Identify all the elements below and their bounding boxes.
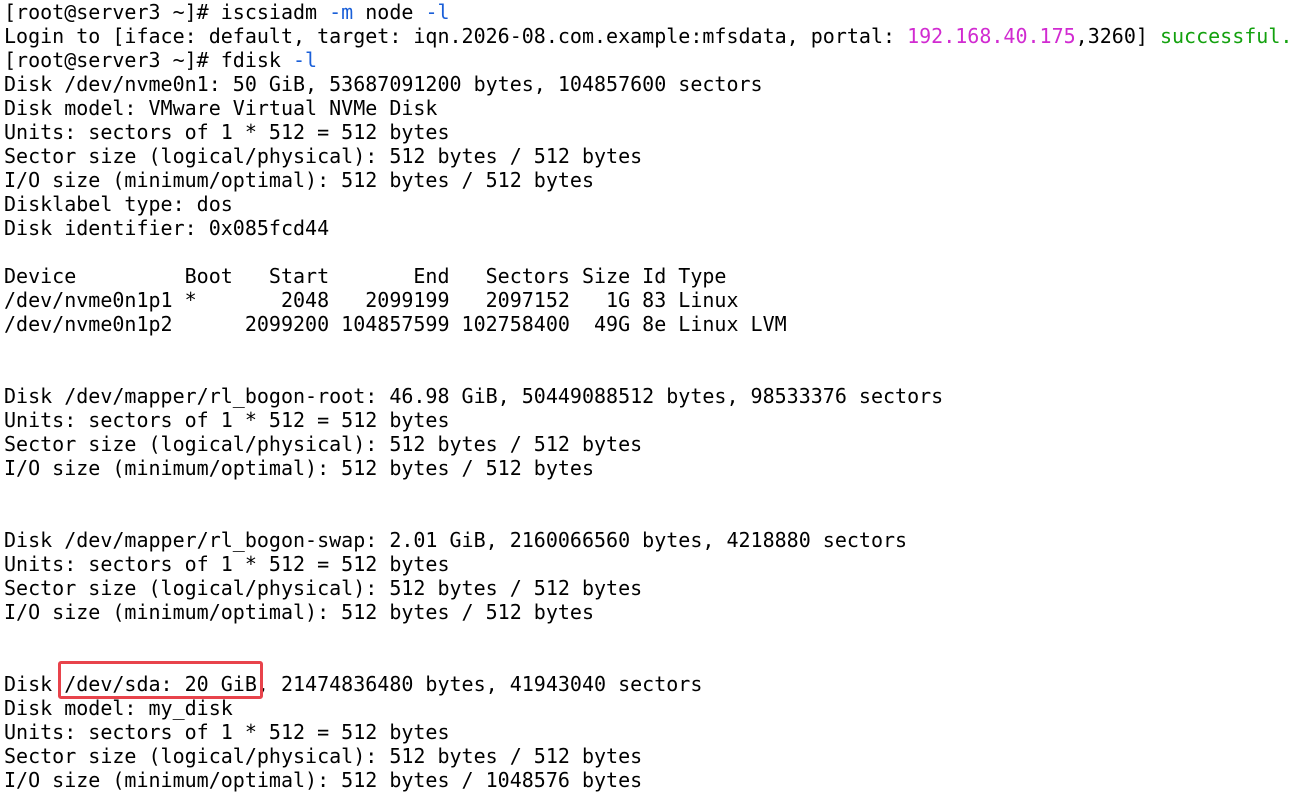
terminal-line: /dev/nvme0n1p1 * 2048 2099199 2097152 1G… [4,288,739,312]
terminal-line: Sector size (logical/physical): 512 byte… [4,744,642,768]
terminal-text: /dev/nvme0n1p1 * 2048 2099199 2097152 1G… [4,288,739,312]
terminal-text: -m [329,0,354,24]
terminal-text: Sector size (logical/physical): 512 byte… [4,576,643,600]
terminal-text: Device Boot Start End Sectors Size Id Ty… [4,264,727,288]
terminal-text: Disk /dev/mapper/rl_bogon-swap: 2.01 GiB… [4,528,908,552]
terminal-text: -l [425,0,450,24]
terminal-line: Disk /dev/sda: 20 GiB, 21474836480 bytes… [4,672,702,696]
terminal-text: Disk /dev/sda: 20 GiB, 21474836480 bytes… [4,672,703,696]
terminal-line: [root@server3 ~]# fdisk -l [4,48,317,72]
terminal-text: 192.168.40.175 [907,24,1076,48]
terminal-text: Units: sectors of 1 * 512 = 512 bytes [4,120,450,144]
terminal-text: Disk /dev/mapper/rl_bogon-root: 46.98 Gi… [4,384,944,408]
terminal-line: /dev/nvme0n1p2 2099200 104857599 1027584… [4,312,787,336]
terminal-text: Disklabel type: dos [4,192,233,216]
terminal-text: I/O size (minimum/optimal): 512 bytes / … [4,600,595,624]
terminal-line: Sector size (logical/physical): 512 byte… [4,576,642,600]
terminal-window[interactable]: [root@server3 ~]# iscsiadm -m node -l Log… [0,0,1289,792]
terminal-line: Sector size (logical/physical): 512 byte… [4,432,642,456]
terminal-line: Sector size (logical/physical): 512 byte… [4,144,642,168]
terminal-text: I/O size (minimum/optimal): 512 bytes / … [4,168,595,192]
terminal-line: I/O size (minimum/optimal): 512 bytes / … [4,456,594,480]
terminal-text: Sector size (logical/physical): 512 byte… [4,432,643,456]
terminal-text: successful. [1159,24,1289,48]
terminal-line: Units: sectors of 1 * 512 = 512 bytes [4,408,450,432]
terminal-text: Units: sectors of 1 * 512 = 512 bytes [4,408,450,432]
terminal-text: Disk model: my_disk [4,696,233,720]
terminal-text: Disk identifier: 0x085fcd44 [4,216,330,240]
terminal-line: Disk model: my_disk [4,696,233,720]
terminal-text: Disk model: VMware Virtual NVMe Disk [4,96,438,120]
terminal-line: Disk identifier: 0x085fcd44 [4,216,329,240]
terminal-line: I/O size (minimum/optimal): 512 bytes / … [4,768,642,792]
terminal-line: Units: sectors of 1 * 512 = 512 bytes [4,120,450,144]
terminal-text: node [353,0,426,24]
terminal-text: ,3260] [1075,24,1160,48]
terminal-text: Units: sectors of 1 * 512 = 512 bytes [4,552,450,576]
terminal-line: Login to [iface: default, target: iqn.20… [4,24,1289,48]
terminal-line: [root@server3 ~]# iscsiadm -m node -l [4,0,450,24]
terminal-line: Disk /dev/mapper/rl_bogon-swap: 2.01 GiB… [4,528,907,552]
terminal-text: Sector size (logical/physical): 512 byte… [4,744,643,768]
terminal-text: Units: sectors of 1 * 512 = 512 bytes [4,720,450,744]
terminal-line: I/O size (minimum/optimal): 512 bytes / … [4,600,594,624]
terminal-line: Units: sectors of 1 * 512 = 512 bytes [4,720,450,744]
terminal-text: [root@server3 ~]# fdisk [4,48,293,72]
terminal-line: Disk model: VMware Virtual NVMe Disk [4,96,437,120]
terminal-text: /dev/nvme0n1p2 2099200 104857599 1027584… [4,312,787,336]
terminal-line: Units: sectors of 1 * 512 = 512 bytes [4,552,450,576]
terminal-line: Disk /dev/nvme0n1: 50 GiB, 53687091200 b… [4,72,763,96]
terminal-text: Sector size (logical/physical): 512 byte… [4,144,643,168]
terminal-text: I/O size (minimum/optimal): 512 bytes / … [4,456,595,480]
terminal-text: I/O size (minimum/optimal): 512 bytes / … [4,768,643,792]
terminal-text: -l [292,48,318,72]
terminal-text: [root@server3 ~]# iscsiadm [4,0,330,24]
terminal-text: Disk /dev/nvme0n1: 50 GiB, 53687091200 b… [4,72,763,96]
terminal-line: Disk /dev/mapper/rl_bogon-root: 46.98 Gi… [4,384,943,408]
terminal-line: Device Boot Start End Sectors Size Id Ty… [4,264,726,288]
terminal-line: Disklabel type: dos [4,192,233,216]
terminal-line: I/O size (minimum/optimal): 512 bytes / … [4,168,594,192]
terminal-text: Login to [iface: default, target: iqn.20… [4,24,908,48]
